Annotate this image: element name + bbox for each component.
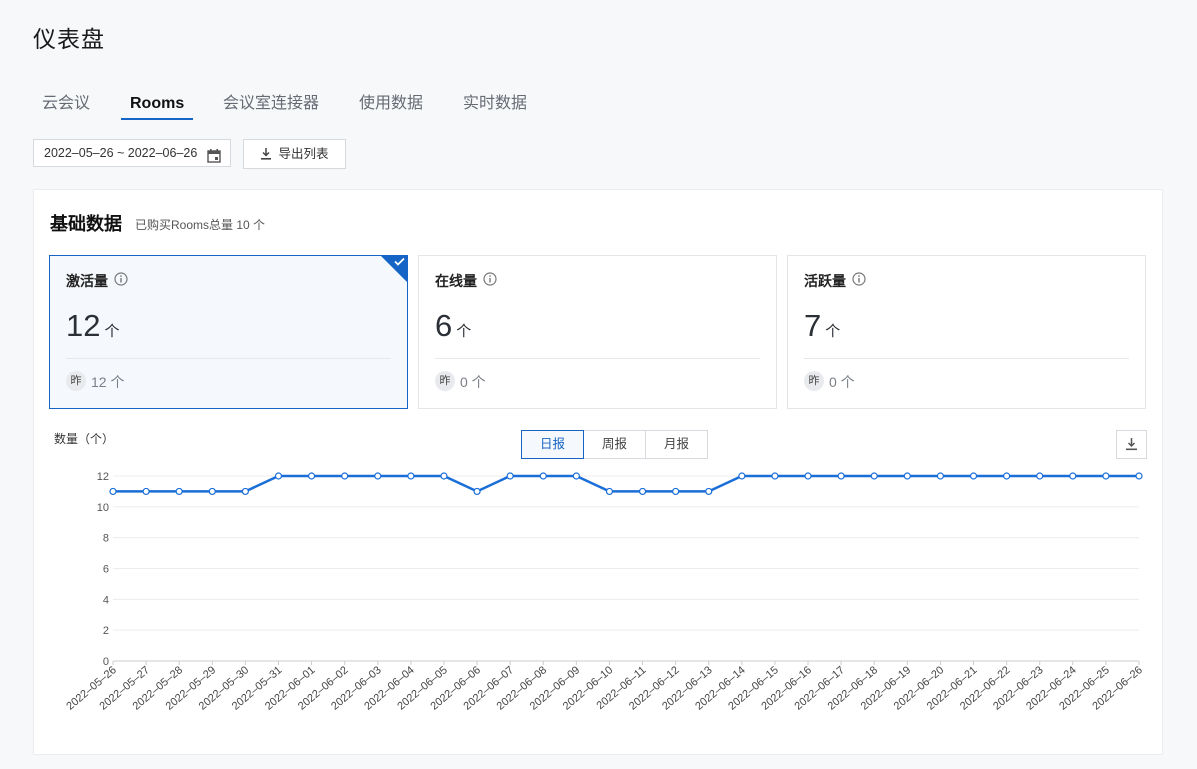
data-point xyxy=(672,487,680,496)
data-point xyxy=(969,472,978,480)
data-point xyxy=(638,487,647,496)
data-point xyxy=(1036,472,1044,480)
data-point xyxy=(572,472,580,480)
data-point xyxy=(142,487,150,496)
y-tick-label: 6 xyxy=(103,564,109,576)
tab-rooms[interactable]: Rooms xyxy=(121,92,194,120)
data-point xyxy=(539,472,547,480)
data-point xyxy=(274,472,283,480)
data-point xyxy=(738,472,746,480)
data-point xyxy=(804,472,812,480)
daily-report-button[interactable]: 日报 xyxy=(521,430,584,459)
y-tick-label: 2 xyxy=(103,625,109,637)
data-point xyxy=(903,472,911,480)
y-tick-label: 10 xyxy=(97,502,109,514)
date-range-value: 2022–05–26 ~ 2022–06–26 xyxy=(44,146,198,160)
data-point xyxy=(837,472,845,480)
download-icon xyxy=(260,147,278,161)
y-tick-label: 4 xyxy=(103,594,109,606)
data-point xyxy=(1135,472,1143,480)
series-line xyxy=(113,474,1139,493)
tab-usage-data[interactable]: 使用数据 xyxy=(350,92,432,118)
tab-cloud-meeting[interactable]: 云会议 xyxy=(33,92,99,118)
data-point xyxy=(407,472,415,480)
data-point xyxy=(1069,472,1077,480)
data-point xyxy=(341,472,349,480)
page-title: 仪表盘 xyxy=(33,26,105,52)
basic-data-card: 基础数据 已购买Rooms总量 10 个 激活量 12 个 昨 12 个 在线量 … xyxy=(33,189,1163,755)
y-tick-label: 8 xyxy=(103,533,109,545)
y-tick-label: 12 xyxy=(97,471,109,483)
data-point xyxy=(307,472,316,480)
export-list-label: 导出列表 xyxy=(278,147,329,161)
export-list-button[interactable]: 导出列表 xyxy=(243,139,346,169)
line-chart: 0246810122022–05–262022–05–272022–05–282… xyxy=(64,471,1145,713)
data-point xyxy=(208,487,216,496)
data-point xyxy=(870,472,878,480)
data-point xyxy=(175,487,183,496)
data-point xyxy=(605,487,614,496)
data-point xyxy=(936,472,945,480)
data-point xyxy=(109,487,117,496)
calendar-icon xyxy=(207,146,221,172)
tab-room-connector[interactable]: 会议室连接器 xyxy=(214,92,328,118)
data-point xyxy=(1102,472,1110,480)
data-point xyxy=(374,472,382,480)
data-point xyxy=(506,472,514,480)
data-point xyxy=(705,487,713,496)
data-point xyxy=(241,487,249,496)
data-point xyxy=(440,472,448,480)
data-point xyxy=(771,472,779,480)
date-range-picker[interactable]: 2022–05–26 ~ 2022–06–26 xyxy=(33,139,231,167)
tab-realtime-data[interactable]: 实时数据 xyxy=(454,92,536,118)
data-point xyxy=(473,487,481,496)
data-point xyxy=(1003,472,1011,480)
